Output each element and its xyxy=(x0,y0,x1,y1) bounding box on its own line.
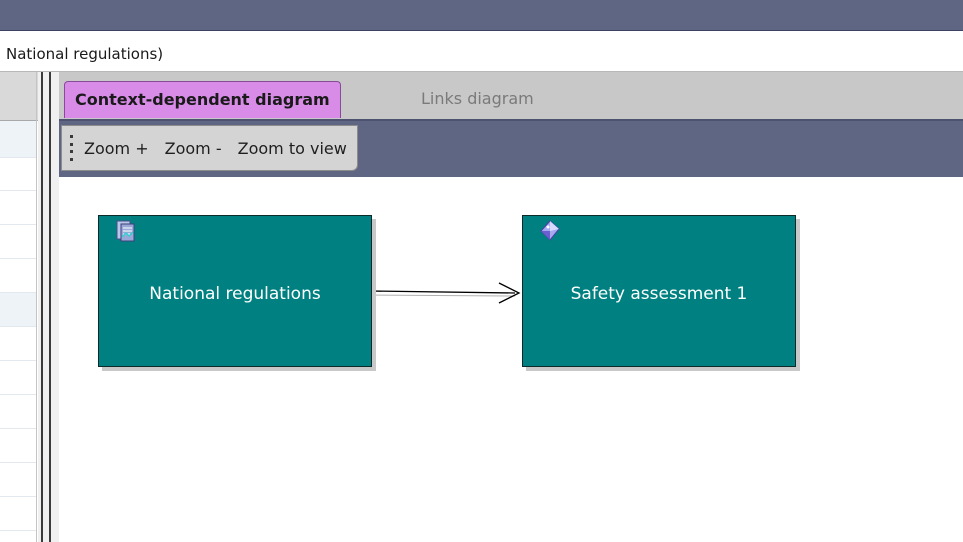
list-item[interactable] xyxy=(0,225,36,259)
list-item[interactable] xyxy=(0,361,36,395)
toolbar-grip-icon[interactable] xyxy=(70,135,74,161)
assessment-gem-icon xyxy=(540,220,560,241)
list-item[interactable] xyxy=(0,158,36,191)
diagram-node-safety-assessment-1[interactable]: Safety assessment 1 xyxy=(522,215,796,367)
list-item[interactable] xyxy=(0,191,36,225)
list-item[interactable] xyxy=(0,463,36,497)
diagram-node-national-regulations[interactable]: National regulations xyxy=(98,215,372,367)
splitter-line xyxy=(41,72,43,542)
tab-context-dependent-diagram[interactable]: Context-dependent diagram xyxy=(64,81,341,118)
tab-links-diagram[interactable]: Links diagram xyxy=(411,81,544,117)
diagram-canvas[interactable]: National regulations Safety assessment 1 xyxy=(59,177,963,542)
tab-strip: Context-dependent diagram Links diagram xyxy=(59,72,963,121)
node-label: Safety assessment 1 xyxy=(570,284,748,304)
left-panel-border xyxy=(36,72,37,542)
diagram-area: Context-dependent diagram Links diagram … xyxy=(59,72,963,542)
panel-splitter[interactable] xyxy=(38,72,59,542)
title-strip: National regulations) xyxy=(0,31,963,72)
zoom-toolbar: Zoom + Zoom - Zoom to view xyxy=(61,125,358,171)
app-window: National regulations) Context-dependent … xyxy=(0,0,963,542)
list-item[interactable] xyxy=(0,429,36,463)
zoom-out-button[interactable]: Zoom - xyxy=(165,139,222,158)
list-item[interactable] xyxy=(0,293,36,327)
zoom-in-button[interactable]: Zoom + xyxy=(84,139,149,158)
list-item[interactable] xyxy=(0,327,36,361)
list-item[interactable] xyxy=(0,259,36,293)
list-item[interactable] xyxy=(0,121,36,158)
window-title: National regulations) xyxy=(6,45,164,63)
list-item[interactable] xyxy=(0,497,36,531)
left-panel xyxy=(0,72,38,542)
node-label: National regulations xyxy=(149,284,321,304)
regulation-document-icon xyxy=(116,220,135,242)
left-panel-header xyxy=(0,72,38,121)
list-item[interactable] xyxy=(0,395,36,429)
zoom-to-view-button[interactable]: Zoom to view xyxy=(238,139,347,158)
toolbar-band: Zoom + Zoom - Zoom to view xyxy=(59,121,963,177)
window-top-bar xyxy=(0,0,963,31)
splitter-line xyxy=(49,72,51,542)
